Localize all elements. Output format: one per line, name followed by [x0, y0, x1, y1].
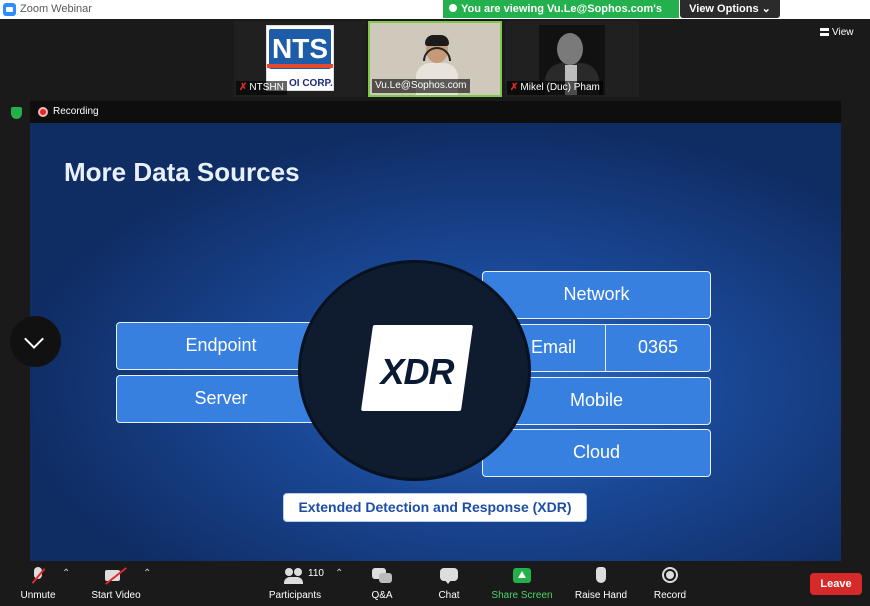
encryption-shield-icon[interactable]: [11, 107, 22, 119]
view-button-label: View: [832, 27, 854, 38]
view-options-button[interactable]: View Options ⌄: [680, 0, 780, 18]
participant-name: Vu.Le@Sophos.com: [375, 80, 467, 91]
slide-caption: Extended Detection and Response (XDR): [283, 493, 587, 522]
mic-muted-icon: ✗: [510, 82, 519, 93]
participant-tile-mikel[interactable]: ✗ Mikel (Duc) Pham: [505, 21, 639, 97]
viewing-screen-banner: You are viewing Vu.Le@Sophos.com's scree…: [443, 0, 679, 33]
zoom-app-icon: [3, 3, 16, 16]
recording-label: Recording: [53, 106, 99, 117]
window-title: Zoom Webinar: [20, 3, 92, 15]
portrait-face: [557, 33, 583, 65]
participants-button[interactable]: 110 Participants: [266, 566, 324, 601]
person-hair: [425, 35, 449, 46]
video-off-icon: [105, 566, 127, 586]
mic-muted-icon: ✗: [239, 82, 248, 93]
unmute-label: Unmute: [20, 590, 56, 601]
record-label: Record: [653, 590, 687, 601]
box-cloud: Cloud: [482, 429, 711, 477]
record-button[interactable]: Record: [652, 566, 688, 601]
raise-hand-button[interactable]: Raise Hand: [573, 566, 629, 601]
meeting-toolbar: Unmute ⌃ Start Video ⌃ 110 Participants …: [0, 562, 870, 606]
recording-bar: Recording: [11, 101, 841, 123]
gallery-view-icon: [820, 28, 829, 36]
slide-title: More Data Sources: [64, 157, 300, 187]
participants-icon: [284, 566, 304, 586]
nts-logo-text: NTS: [269, 29, 331, 69]
unmute-button[interactable]: Unmute: [18, 566, 58, 601]
raise-hand-icon: [594, 566, 608, 586]
box-server: Server: [116, 375, 326, 423]
share-screen-icon: [513, 566, 531, 586]
xdr-center-circle: XDR: [298, 260, 531, 481]
start-video-label: Start Video: [91, 590, 141, 601]
participant-name-tag: ✗ Mikel (Duc) Pham: [507, 81, 603, 95]
qa-label: Q&A: [371, 590, 393, 601]
participant-name-tag: Vu.Le@Sophos.com: [372, 79, 470, 93]
share-screen-label: Share Screen: [491, 590, 553, 601]
participants-options-caret-icon[interactable]: ⌃: [335, 568, 343, 579]
participant-name: Mikel (Duc) Pham: [520, 82, 600, 93]
participant-name-tag: ✗ NTSHN: [236, 81, 287, 95]
qa-button[interactable]: Q&A: [369, 566, 395, 601]
presentation-slide: More Data Sources Endpoint Server Networ…: [30, 123, 841, 561]
shared-screen: Recording More Data Sources Endpoint Ser…: [11, 101, 841, 571]
raise-hand-label: Raise Hand: [574, 590, 628, 601]
nts-logo-subtext: OI CORP.: [289, 78, 333, 89]
participant-tile-vu-le[interactable]: Vu.Le@Sophos.com: [368, 21, 502, 97]
screen-share-indicator-icon: [449, 4, 457, 12]
qa-icon: [372, 566, 392, 586]
participant-count: 110: [308, 568, 324, 579]
nts-logo-orbit: [267, 64, 333, 68]
share-screen-button[interactable]: Share Screen: [491, 566, 553, 601]
participants-label: Participants: [268, 590, 322, 601]
box-o365: 0365: [605, 324, 711, 372]
video-options-caret-icon[interactable]: ⌃: [143, 568, 151, 579]
chat-button[interactable]: Chat: [436, 566, 462, 601]
audio-options-caret-icon[interactable]: ⌃: [62, 568, 70, 579]
meeting-stage: NTS OI CORP. ✗ NTSHN Vu.Le@Sophos.com ✗ Mi…: [0, 19, 870, 562]
xdr-logo-text: XDR: [380, 351, 454, 392]
chat-label: Chat: [438, 590, 460, 601]
collapse-chevron-down-icon[interactable]: [10, 316, 61, 367]
view-button[interactable]: View: [820, 27, 854, 38]
recording-dot-icon: [38, 107, 48, 117]
start-video-button[interactable]: Start Video: [88, 566, 144, 601]
mic-muted-icon: [31, 566, 45, 586]
participant-name: NTSHN: [249, 82, 284, 93]
box-network: Network: [482, 271, 711, 319]
chat-icon: [440, 566, 458, 586]
leave-button[interactable]: Leave: [810, 573, 862, 595]
record-icon: [661, 566, 679, 586]
participant-tile-ntshn[interactable]: NTS OI CORP. ✗ NTSHN: [234, 21, 366, 97]
box-endpoint: Endpoint: [116, 322, 326, 370]
